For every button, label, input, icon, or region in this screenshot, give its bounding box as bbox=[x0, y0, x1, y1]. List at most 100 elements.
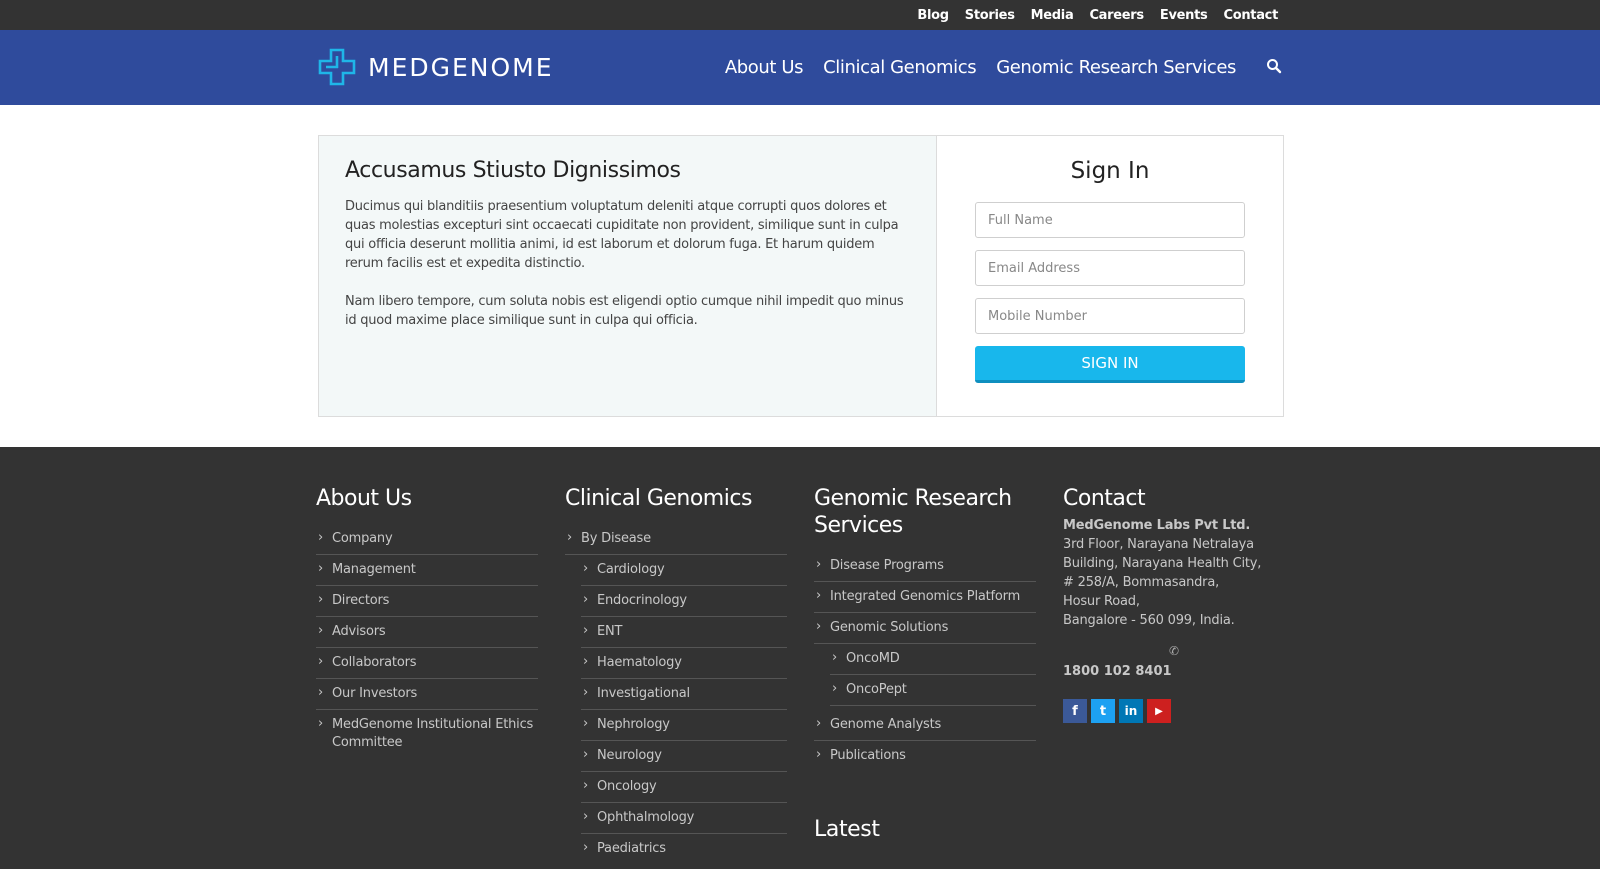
footer-link-neurology[interactable]: Neurology bbox=[597, 748, 662, 763]
footer-link-collaborators[interactable]: Collaborators bbox=[332, 655, 417, 670]
list-item[interactable]: Investigational bbox=[581, 679, 787, 710]
signin-button[interactable]: SIGN IN bbox=[975, 346, 1245, 383]
list-item[interactable]: Endocrinology bbox=[581, 586, 787, 617]
footer-link-oncomd[interactable]: OncoMD bbox=[846, 651, 900, 666]
nav-about-us[interactable]: About Us bbox=[725, 57, 804, 78]
nav-clinical-genomics[interactable]: Clinical Genomics bbox=[823, 57, 976, 78]
signin-panel: Sign In SIGN IN bbox=[937, 136, 1283, 416]
list-item[interactable]: OncoMD bbox=[830, 644, 1036, 675]
list-item[interactable]: Advisors bbox=[316, 617, 538, 648]
topnav-stories[interactable]: Stories bbox=[965, 8, 1015, 23]
address-line: Building, Narayana Health City, bbox=[1063, 556, 1262, 571]
list-item[interactable]: By Disease bbox=[565, 524, 787, 555]
footer-link-genomic-solutions[interactable]: Genomic Solutions bbox=[830, 620, 948, 635]
top-bar: Blog Stories Media Careers Events Contac… bbox=[0, 0, 1600, 30]
footer-link-company[interactable]: Company bbox=[332, 531, 393, 546]
main-header: MEDGENOME About Us Clinical Genomics Gen… bbox=[0, 30, 1600, 105]
list-item[interactable]: Neurology bbox=[581, 741, 787, 772]
list-item[interactable]: Disease Programs bbox=[814, 551, 1036, 582]
footer-link-investors[interactable]: Our Investors bbox=[332, 686, 417, 701]
footer-about-column: About Us Company Management Directors Ad… bbox=[316, 485, 538, 758]
intro-paragraph-2: Nam libero tempore, cum soluta nobis est… bbox=[345, 294, 904, 328]
topnav-careers[interactable]: Careers bbox=[1089, 8, 1144, 23]
brand-name: MEDGENOME bbox=[368, 52, 554, 82]
footer-research-title: Genomic Research Services bbox=[814, 486, 1012, 538]
footer-link-by-disease[interactable]: By Disease bbox=[581, 531, 651, 546]
footer-about-list: Company Management Directors Advisors Co… bbox=[316, 524, 538, 758]
linkedin-icon[interactable]: in bbox=[1119, 699, 1143, 723]
list-item[interactable]: Haematology bbox=[581, 648, 787, 679]
footer-research-list: Disease Programs Integrated Genomics Pla… bbox=[814, 551, 1036, 771]
list-item[interactable]: Oncology bbox=[581, 772, 787, 803]
list-item[interactable]: Directors bbox=[316, 586, 538, 617]
list-item[interactable]: Publications bbox=[814, 741, 1036, 771]
footer-link-paediatrics[interactable]: Paediatrics bbox=[597, 841, 666, 856]
footer-link-ent[interactable]: ENT bbox=[597, 624, 622, 639]
list-item[interactable]: Cardiology bbox=[581, 555, 787, 586]
footer-link-genome-analysts[interactable]: Genome Analysts bbox=[830, 717, 941, 732]
list-item[interactable]: ENT bbox=[581, 617, 787, 648]
list-item[interactable]: Integrated Genomics Platform bbox=[814, 582, 1036, 613]
list-item[interactable]: Paediatrics bbox=[581, 834, 787, 864]
footer-contact-title: Contact bbox=[1063, 486, 1146, 511]
topnav-contact[interactable]: Contact bbox=[1223, 8, 1278, 23]
mobile-field[interactable] bbox=[975, 298, 1245, 334]
company-name: MedGenome Labs Pvt Ltd. bbox=[1063, 518, 1251, 533]
footer-link-nephrology[interactable]: Nephrology bbox=[597, 717, 670, 732]
phone-number[interactable]: 1800 102 8401 bbox=[1063, 664, 1285, 679]
list-item[interactable]: Genome Analysts bbox=[814, 710, 1036, 741]
logo[interactable]: MEDGENOME bbox=[318, 48, 554, 86]
footer-link-integrated-genomics-platform[interactable]: Integrated Genomics Platform bbox=[830, 589, 1020, 604]
footer-clinical-column: Clinical Genomics By Disease Cardiology … bbox=[565, 485, 787, 864]
facebook-icon[interactable]: f bbox=[1063, 699, 1087, 723]
footer-about-title: About Us bbox=[316, 486, 412, 511]
footer-link-investigational[interactable]: Investigational bbox=[597, 686, 690, 701]
contact-address: MedGenome Labs Pvt Ltd. 3rd Floor, Naray… bbox=[1063, 516, 1285, 630]
intro-panel: Accusamus Stiusto Dignissimos Ducimus qu… bbox=[319, 136, 937, 416]
footer-clinical-list: By Disease Cardiology Endocrinology ENT … bbox=[565, 524, 787, 864]
list-item[interactable]: Our Investors bbox=[316, 679, 538, 710]
list-item[interactable]: MedGenome Institutional Ethics Committee bbox=[316, 710, 538, 758]
youtube-icon[interactable]: ▶ bbox=[1147, 699, 1171, 723]
signin-title: Sign In bbox=[1070, 158, 1150, 184]
list-item[interactable]: OncoPept bbox=[830, 675, 1036, 706]
nav-genomic-research-services[interactable]: Genomic Research Services bbox=[996, 57, 1236, 78]
list-item[interactable]: Management bbox=[316, 555, 538, 586]
topnav-blog[interactable]: Blog bbox=[917, 8, 949, 23]
footer-link-cardiology[interactable]: Cardiology bbox=[597, 562, 665, 577]
footer-link-haematology[interactable]: Haematology bbox=[597, 655, 682, 670]
twitter-icon[interactable]: t bbox=[1091, 699, 1115, 723]
footer-link-publications[interactable]: Publications bbox=[830, 748, 906, 763]
footer-contact-column: Contact MedGenome Labs Pvt Ltd. 3rd Floo… bbox=[1063, 485, 1285, 723]
footer-link-endocrinology[interactable]: Endocrinology bbox=[597, 593, 687, 608]
logo-cross-icon bbox=[318, 48, 356, 86]
list-item[interactable]: Collaborators bbox=[316, 648, 538, 679]
email-field[interactable] bbox=[975, 250, 1245, 286]
topnav-events[interactable]: Events bbox=[1160, 8, 1208, 23]
search-icon[interactable] bbox=[1266, 58, 1284, 76]
footer-link-advisors[interactable]: Advisors bbox=[332, 624, 386, 639]
phone-icon: ✆ bbox=[1168, 644, 1180, 658]
footer-research-column: Genomic Research Services Disease Progra… bbox=[814, 485, 1036, 771]
list-item[interactable]: Company bbox=[316, 524, 538, 555]
footer-latest-title: Latest bbox=[814, 817, 880, 842]
footer: About Us Company Management Directors Ad… bbox=[0, 447, 1600, 869]
footer-link-management[interactable]: Management bbox=[332, 562, 416, 577]
utility-nav: Blog Stories Media Careers Events Contac… bbox=[917, 0, 1278, 30]
list-item[interactable]: Ophthalmology bbox=[581, 803, 787, 834]
full-name-field[interactable] bbox=[975, 202, 1245, 238]
footer-link-oncopept[interactable]: OncoPept bbox=[846, 682, 907, 697]
footer-link-directors[interactable]: Directors bbox=[332, 593, 389, 608]
footer-clinical-title: Clinical Genomics bbox=[565, 486, 752, 511]
footer-link-disease-programs[interactable]: Disease Programs bbox=[830, 558, 944, 573]
social-links: f t in ▶ bbox=[1063, 699, 1285, 723]
list-item[interactable]: Genomic Solutions bbox=[814, 613, 1036, 644]
footer-link-ethics-committee[interactable]: MedGenome Institutional Ethics Committee bbox=[332, 717, 533, 750]
intro-title: Accusamus Stiusto Dignissimos bbox=[345, 158, 681, 183]
list-item[interactable]: Nephrology bbox=[581, 710, 787, 741]
footer-link-oncology[interactable]: Oncology bbox=[597, 779, 657, 794]
address-line: 3rd Floor, Narayana Netralaya bbox=[1063, 537, 1254, 552]
footer-link-ophthalmology[interactable]: Ophthalmology bbox=[597, 810, 694, 825]
intro-card: Accusamus Stiusto Dignissimos Ducimus qu… bbox=[318, 135, 1284, 417]
topnav-media[interactable]: Media bbox=[1031, 8, 1074, 23]
